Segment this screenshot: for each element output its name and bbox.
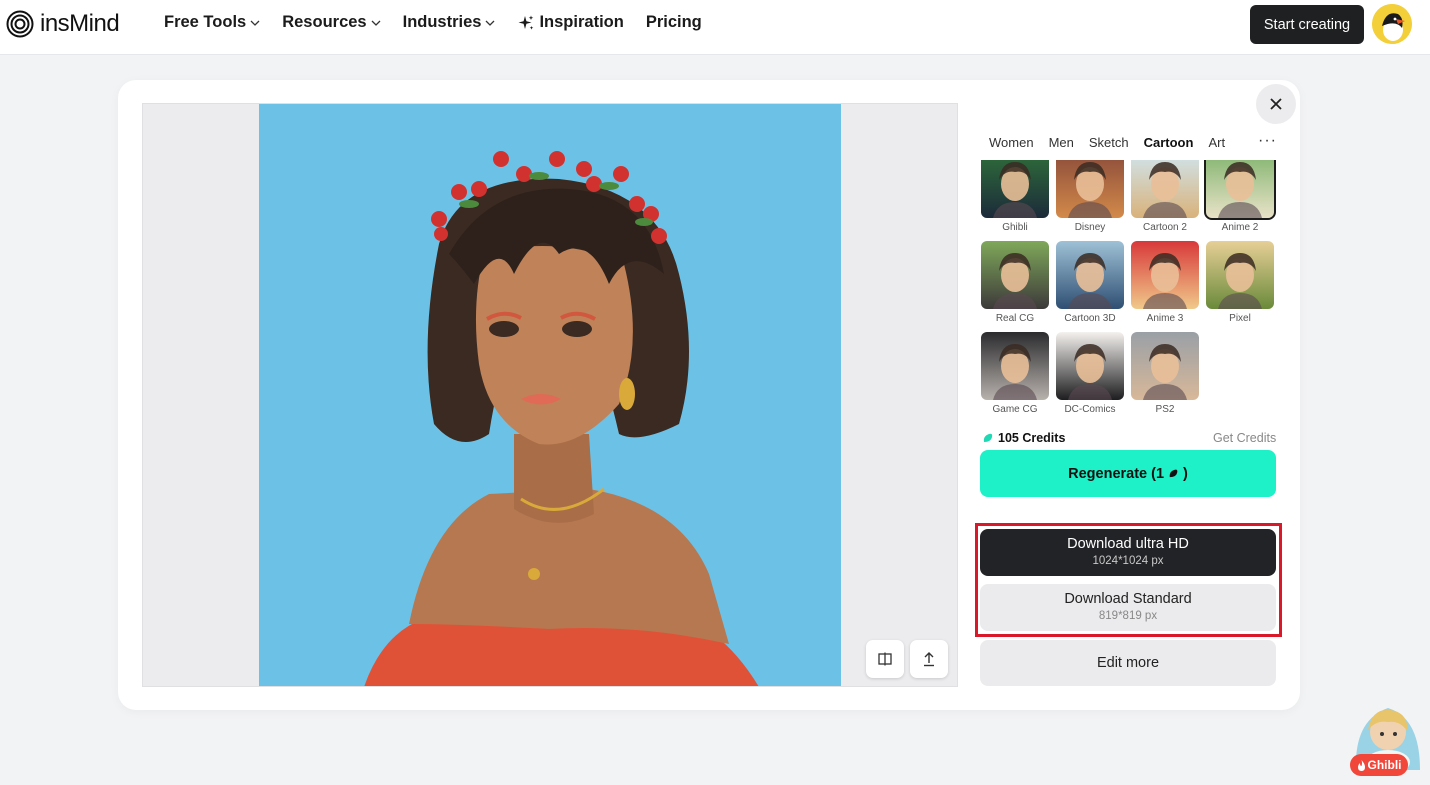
top-nav-bar: insMind Free Tools Resources Industries … (0, 0, 1430, 55)
tab-art[interactable]: Art (1208, 135, 1225, 150)
fire-icon (1357, 759, 1365, 771)
tab-women[interactable]: Women (989, 135, 1034, 150)
spiral-logo-icon (6, 10, 34, 38)
credits-display: 105 Credits (982, 431, 1065, 445)
style-label: Ghibli (1002, 222, 1028, 233)
style-label: PS2 (1155, 404, 1175, 415)
tab-sketch[interactable]: Sketch (1089, 135, 1129, 150)
download-hd-size: 1024*1024 px (1092, 555, 1164, 567)
style-thumbnail (1056, 332, 1124, 400)
style-label: Pixel (1229, 313, 1251, 324)
style-thumbnail (1131, 160, 1199, 218)
nav-industries[interactable]: Industries (403, 13, 496, 32)
user-avatar[interactable] (1372, 4, 1412, 44)
style-label: Real CG (995, 313, 1035, 324)
download-ultra-hd-button[interactable]: Download ultra HD 1024*1024 px (980, 529, 1276, 576)
regenerate-button[interactable]: Regenerate (1 ) (980, 450, 1276, 497)
style-thumbnail (1206, 241, 1274, 309)
style-thumbnail (1131, 241, 1199, 309)
share-upload-button[interactable] (910, 640, 948, 678)
nav-label: Free Tools (164, 13, 247, 31)
brand-name: insMind (40, 10, 120, 37)
style-option-cartoon-2[interactable]: Cartoon 2 (1131, 160, 1199, 233)
close-button[interactable] (1256, 84, 1296, 124)
regenerate-suffix: ) (1183, 465, 1188, 482)
style-option-disney[interactable]: Disney (1056, 160, 1124, 233)
tab-cartoon[interactable]: Cartoon (1144, 135, 1194, 150)
nav-free-tools[interactable]: Free Tools (164, 13, 260, 32)
nav-label: Pricing (645, 13, 702, 31)
chevron-down-icon (250, 20, 260, 26)
ghibli-badge-label: Ghibli (1367, 758, 1402, 772)
style-option-pixel[interactable]: Pixel (1206, 241, 1274, 324)
style-label: Game CG (992, 404, 1038, 415)
chevron-down-icon (371, 20, 381, 26)
style-option-real-cg[interactable]: Real CG (981, 241, 1049, 324)
more-tabs-button[interactable]: ··· (1258, 132, 1277, 150)
ghibli-badge[interactable]: Ghibli (1350, 754, 1408, 776)
edit-more-button[interactable]: Edit more (980, 640, 1276, 686)
nav-label: Resources (282, 13, 367, 31)
nav-label: Industries (402, 13, 482, 31)
nav-resources[interactable]: Resources (282, 13, 381, 32)
nav-inspiration[interactable]: Inspiration (517, 13, 624, 32)
style-option-anime-2[interactable]: Anime 2 (1204, 160, 1276, 233)
upload-icon (924, 652, 934, 667)
style-thumbnail (1056, 160, 1124, 218)
style-thumbnail (1204, 160, 1276, 220)
credit-coin-icon (1169, 469, 1178, 478)
style-thumbnail (981, 160, 1049, 218)
style-label: Cartoon 3D (1064, 313, 1116, 324)
style-option-cartoon-3d[interactable]: Cartoon 3D (1056, 241, 1124, 324)
get-credits-link[interactable]: Get Credits (1213, 431, 1276, 445)
download-standard-size: 819*819 px (1098, 610, 1158, 622)
style-option-ps2[interactable]: PS2 (1131, 332, 1199, 415)
style-option-dc-comics[interactable]: DC-Comics (1056, 332, 1124, 415)
nav-label: Inspiration (539, 13, 624, 31)
style-thumbnail (1131, 332, 1199, 400)
style-label: Cartoon 2 (1143, 222, 1187, 233)
style-thumbnail (1056, 241, 1124, 309)
tab-men[interactable]: Men (1049, 135, 1074, 150)
start-creating-button[interactable]: Start creating (1250, 5, 1364, 44)
style-label: Anime 2 (1221, 222, 1259, 233)
brand-logo[interactable]: insMind (6, 10, 120, 38)
image-preview-area (142, 103, 958, 687)
style-label: Anime 3 (1146, 313, 1184, 324)
style-grid: Ghibli Disney Cartoon 2 Anime 2 Real CG Carto… (980, 160, 1276, 420)
compare-icon (878, 652, 892, 666)
chevron-down-icon (486, 20, 495, 26)
style-option-anime-3[interactable]: Anime 3 (1131, 241, 1199, 324)
style-category-tabs: Women Men Sketch Cartoon Art (989, 135, 1225, 150)
main-nav: Free Tools Resources Industries Inspirat… (164, 13, 702, 32)
download-standard-title: Download Standard (1064, 591, 1192, 607)
close-icon (1270, 98, 1282, 110)
style-label: DC-Comics (1064, 404, 1116, 415)
sparkle-icon (518, 15, 534, 30)
style-option-ghibli[interactable]: Ghibli (981, 160, 1049, 233)
style-label: Disney (1074, 222, 1106, 233)
generated-cartoon-portrait (259, 104, 841, 686)
style-option-game-cg[interactable]: Game CG (981, 332, 1049, 415)
result-modal: Women Men Sketch Cartoon Art ··· Ghibli D… (118, 80, 1300, 710)
puffin-avatar-icon (1372, 4, 1412, 44)
style-thumbnail (981, 241, 1049, 309)
style-thumbnail (981, 332, 1049, 400)
download-hd-title: Download ultra HD (1067, 536, 1189, 552)
credits-label: 105 Credits (998, 431, 1066, 445)
download-standard-button[interactable]: Download Standard 819*819 px (980, 584, 1276, 631)
compare-button[interactable] (866, 640, 904, 678)
credit-coin-icon (983, 433, 993, 442)
regenerate-label: Regenerate (1 (1068, 465, 1165, 482)
nav-pricing[interactable]: Pricing (646, 13, 702, 32)
